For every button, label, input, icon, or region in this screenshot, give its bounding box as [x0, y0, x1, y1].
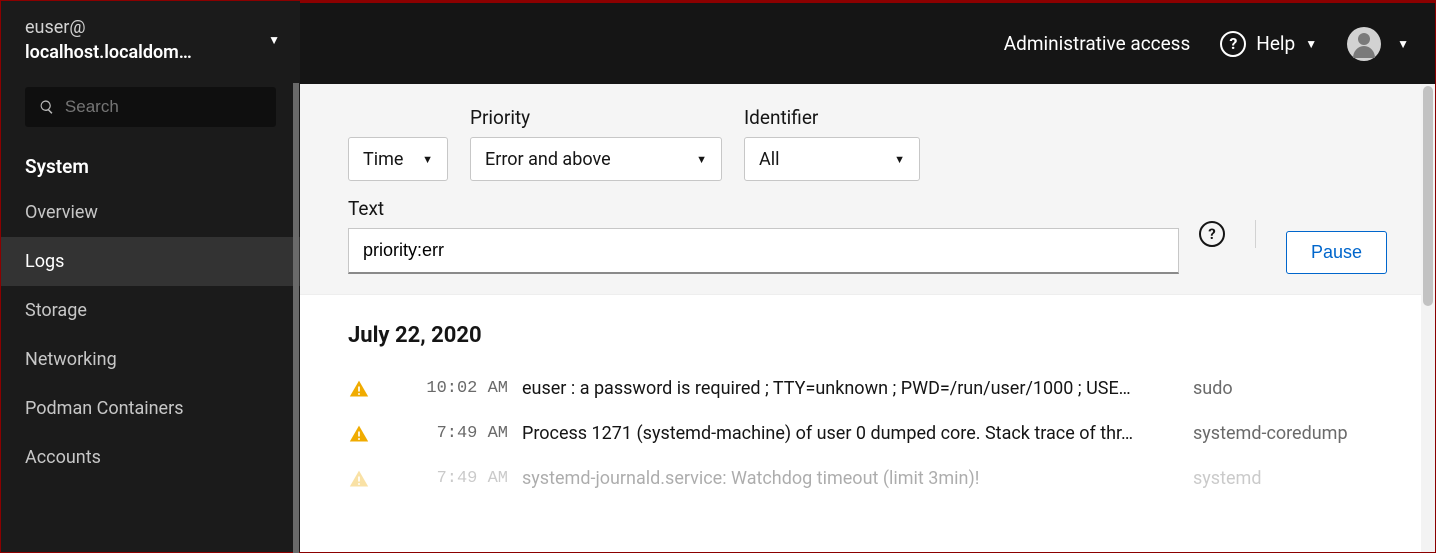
- time-select[interactable]: Time: [348, 137, 448, 181]
- chevron-down-icon: ▼: [1305, 37, 1317, 51]
- text-filter-label: Text: [348, 197, 1179, 220]
- warning-icon: [348, 424, 370, 444]
- priority-select[interactable]: Error and above: [470, 137, 722, 181]
- log-source: systemd-coredump: [1187, 423, 1387, 444]
- help-icon: ?: [1220, 31, 1246, 57]
- identifier-label: Identifier: [744, 106, 920, 129]
- sidebar-search[interactable]: [25, 87, 276, 127]
- divider: [1255, 220, 1256, 248]
- log-message: Process 1271 (systemd-machine) of user 0…: [522, 423, 1177, 444]
- priority-select-value: Error and above: [485, 149, 611, 170]
- log-time: 7:49 AM: [398, 469, 512, 488]
- scrollbar-thumb[interactable]: [1423, 86, 1433, 306]
- log-filters: Time Priority Error and above Identifier…: [300, 84, 1435, 295]
- connected-host: localhost.localdom…: [25, 40, 192, 65]
- warning-icon: [348, 469, 370, 489]
- warning-icon: [348, 379, 370, 399]
- chevron-down-icon: ▼: [268, 33, 280, 47]
- avatar-icon: [1347, 27, 1381, 61]
- search-icon: [39, 98, 55, 116]
- log-source: systemd: [1187, 468, 1387, 489]
- chevron-down-icon: ▼: [1397, 37, 1409, 51]
- log-entry[interactable]: 10:02 AM euser : a password is required …: [348, 366, 1387, 411]
- help-label: Help: [1256, 32, 1295, 55]
- help-menu[interactable]: ? Help ▼: [1220, 31, 1317, 57]
- text-filter-wrap: [348, 228, 1179, 274]
- sidebar-item-accounts[interactable]: Accounts: [1, 433, 300, 482]
- sidebar-scrollbar[interactable]: [293, 83, 299, 553]
- time-select-value: Time: [363, 149, 403, 170]
- connected-user: euser@: [25, 15, 192, 40]
- sidebar-item-podman-containers[interactable]: Podman Containers: [1, 384, 300, 433]
- log-time: 10:02 AM: [398, 379, 512, 398]
- identifier-select[interactable]: All: [744, 137, 920, 181]
- log-message: euser : a password is required ; TTY=unk…: [522, 378, 1177, 399]
- log-entry[interactable]: 7:49 AM systemd-journald.service: Watchd…: [348, 456, 1387, 501]
- sidebar-item-overview[interactable]: Overview: [1, 188, 300, 237]
- identifier-select-value: All: [759, 149, 780, 170]
- log-list: July 22, 2020 10:02 AM euser : a passwor…: [300, 295, 1435, 529]
- sidebar-search-input[interactable]: [65, 97, 262, 117]
- log-time: 7:49 AM: [398, 424, 512, 443]
- pause-button[interactable]: Pause: [1286, 231, 1387, 274]
- sidebar-item-logs[interactable]: Logs: [1, 237, 300, 286]
- user-menu[interactable]: ▼: [1347, 27, 1409, 61]
- log-entry[interactable]: 7:49 AM Process 1271 (systemd-machine) o…: [348, 411, 1387, 456]
- log-source: sudo: [1187, 378, 1387, 399]
- log-message: systemd-journald.service: Watchdog timeo…: [522, 468, 1177, 489]
- content: Time Priority Error and above Identifier…: [300, 84, 1435, 552]
- log-date-heading: July 22, 2020: [348, 323, 1387, 348]
- sidebar-item-storage[interactable]: Storage: [1, 286, 300, 335]
- sidebar: euser@ localhost.localdom… ▼ System Over…: [1, 1, 300, 552]
- sidebar-item-networking[interactable]: Networking: [1, 335, 300, 384]
- text-filter-input[interactable]: [363, 240, 1164, 261]
- priority-label: Priority: [470, 106, 722, 129]
- administrative-access-link[interactable]: Administrative access: [1004, 32, 1191, 55]
- topbar: Administrative access ? Help ▼ ▼: [300, 1, 1435, 84]
- sidebar-section-system: System: [1, 141, 300, 188]
- help-icon[interactable]: ?: [1199, 221, 1225, 247]
- host-switcher[interactable]: euser@ localhost.localdom… ▼: [1, 1, 300, 79]
- main: Administrative access ? Help ▼ ▼ Time: [300, 1, 1435, 552]
- content-scrollbar[interactable]: [1421, 84, 1435, 552]
